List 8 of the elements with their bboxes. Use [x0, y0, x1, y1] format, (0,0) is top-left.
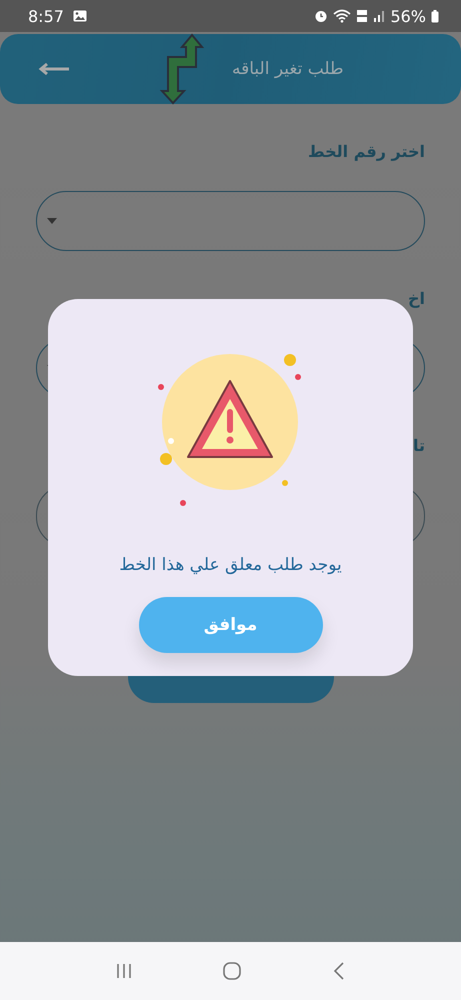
screen-title: طلب تغير الباقه [232, 59, 344, 79]
field-label: تا [412, 436, 425, 455]
status-time: 8:57 [28, 6, 64, 26]
ok-button[interactable]: موافق [138, 597, 322, 653]
field-label: اختر رقم الخط [308, 142, 425, 161]
dialog-message: يوجد طلب معلق علي هذا الخط [119, 555, 342, 575]
field-label: اخ [408, 289, 425, 308]
battery-level: 56% [390, 6, 426, 26]
